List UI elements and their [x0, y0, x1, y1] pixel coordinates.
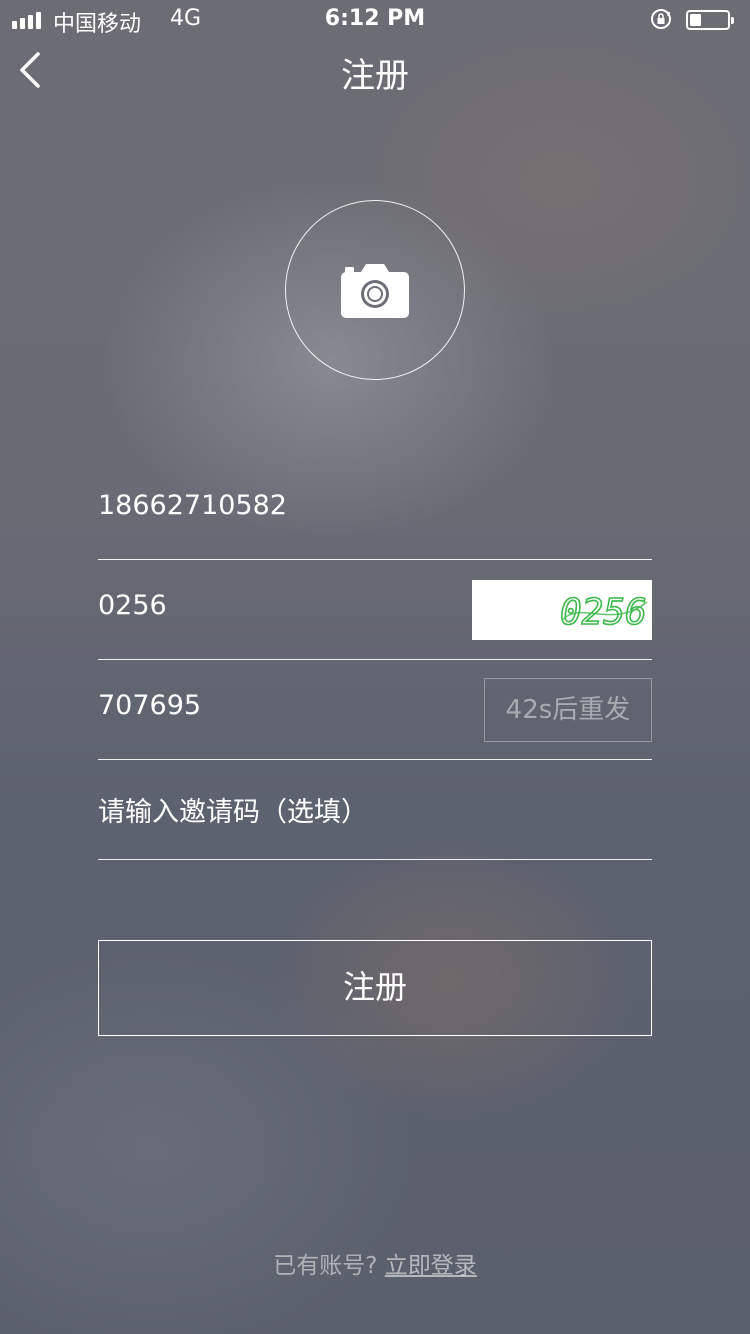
captcha-field[interactable]: 0256 0256 — [98, 560, 652, 660]
login-link[interactable]: 立即登录 — [385, 1253, 477, 1279]
register-button[interactable]: 注册 — [98, 940, 652, 1036]
login-prompt: 已有账号? 立即登录 — [0, 1246, 750, 1280]
phone-input[interactable]: 18662710582 — [98, 490, 287, 521]
clock: 6:12 PM — [324, 6, 426, 31]
rotation-lock-icon — [651, 9, 671, 29]
invite-code-input[interactable]: 请输入邀请码（选填） — [98, 790, 368, 829]
battery-icon — [686, 10, 734, 30]
captcha-input[interactable]: 0256 — [98, 590, 167, 621]
phone-field[interactable]: 18662710582 — [98, 460, 652, 560]
camera-icon — [341, 264, 409, 318]
captcha-image[interactable]: 0256 — [472, 580, 652, 640]
invite-code-field[interactable]: 请输入邀请码（选填） — [98, 760, 652, 860]
has-account-text: 已有账号? — [273, 1253, 378, 1279]
sms-code-field[interactable]: 707695 42s后重发 — [98, 660, 652, 760]
sms-code-input[interactable]: 707695 — [98, 690, 201, 721]
status-bar: 中国移动 4G 6:12 PM — [0, 0, 750, 40]
captcha-text: 0256 — [560, 592, 647, 633]
page-title: 注册 — [341, 56, 409, 96]
resend-code-button[interactable]: 42s后重发 — [484, 678, 652, 742]
